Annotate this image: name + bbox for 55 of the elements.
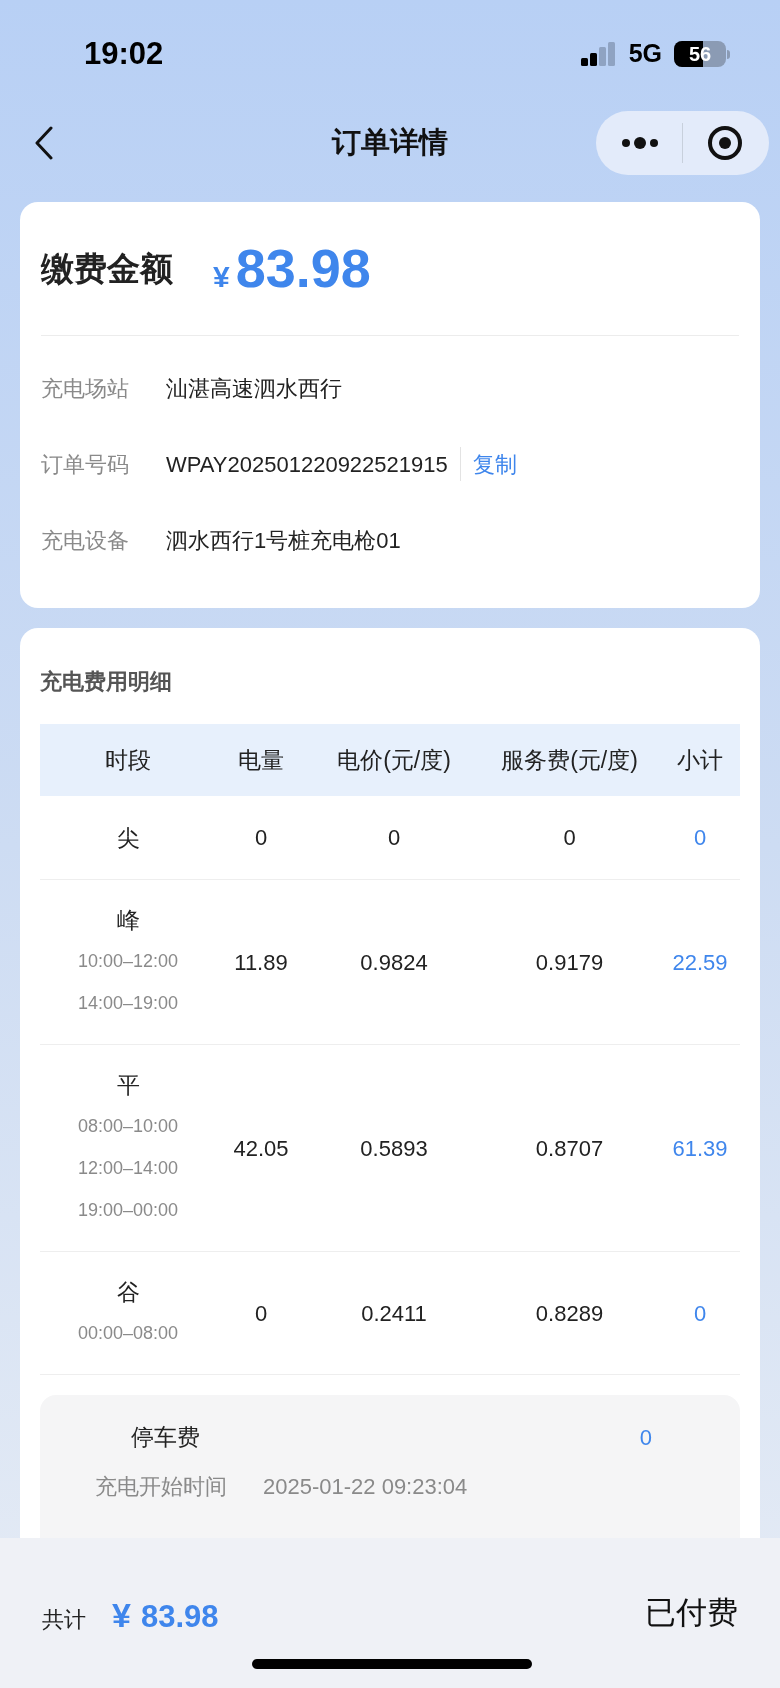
payment-status: 已付费: [645, 1594, 738, 1632]
info-label: 充电开始时间: [95, 1472, 227, 1501]
table-cell-text: 22.59: [671, 948, 729, 977]
network-label: 5G: [628, 38, 662, 70]
time-range: 08:00–10:00: [77, 1115, 179, 1138]
table-cell-text: 0: [253, 1299, 269, 1328]
column-header: 小计: [676, 745, 724, 775]
table-cell-text: 0.9179: [534, 948, 605, 977]
table-cell-text: 0.2411: [360, 1299, 428, 1328]
close-icon[interactable]: [707, 125, 743, 161]
copy-button[interactable]: 复制: [472, 447, 517, 481]
table-cell-text: 0.8289: [534, 1299, 605, 1328]
column-header: 电量: [237, 745, 285, 775]
section-title: 充电费用明细: [40, 668, 173, 696]
period-name: 尖: [116, 823, 140, 853]
amount-label: 缴费金额: [41, 248, 173, 289]
amount-value: ¥83.98: [213, 237, 371, 300]
time-range: 14:00–19:00: [77, 992, 179, 1015]
table-cell-text: 0.5893: [359, 1134, 429, 1163]
fee-label: 停车费: [131, 1422, 200, 1452]
field-value: WPAY202501220922521915: [166, 450, 448, 479]
table-cell-text: 0: [692, 1299, 708, 1328]
table-cell-text: 0: [253, 824, 269, 852]
period-name: 谷: [116, 1278, 140, 1307]
back-icon[interactable]: [34, 126, 54, 160]
info-value: 2025-01-22 09:23:04: [263, 1472, 468, 1501]
period-name: 平: [116, 1071, 140, 1100]
field-label: 充电设备: [41, 526, 130, 555]
table-cell-text: 0.8707: [534, 1134, 605, 1163]
total-label: 共计: [42, 1606, 86, 1634]
signal-icon: [580, 42, 617, 66]
time-range: 00:00–08:00: [77, 1322, 179, 1345]
total-value: ¥ 83.98: [112, 1595, 219, 1636]
period-name: 峰: [116, 906, 140, 935]
table-cell-text: 0: [692, 824, 708, 852]
table-cell-text: 0: [386, 824, 402, 852]
table-cell-text: 0: [562, 824, 577, 852]
table-cell-text: 11.89: [233, 948, 289, 977]
column-header: 时段: [104, 745, 152, 775]
status-time: 19:02: [84, 34, 164, 73]
field-value: 汕湛高速泗水西行: [166, 374, 342, 403]
page-title: 订单详情: [332, 125, 448, 161]
fee-value: 0: [639, 1423, 652, 1452]
time-range: 12:00–14:00: [77, 1157, 179, 1180]
more-icon[interactable]: [620, 135, 660, 151]
field-label: 充电场站: [41, 374, 130, 403]
table-cell-text: 42.05: [232, 1134, 290, 1163]
field-label: 订单号码: [41, 450, 130, 479]
table-cell-text: 61.39: [671, 1134, 729, 1163]
column-header: 服务费(元/度): [500, 745, 639, 775]
field-value: 泗水西行1号桩充电枪01: [166, 526, 401, 555]
time-range: 19:00–00:00: [77, 1199, 179, 1222]
time-range: 10:00–12:00: [77, 950, 179, 973]
column-header: 电价(元/度): [336, 745, 452, 775]
table-cell-text: 0.9824: [359, 948, 429, 977]
